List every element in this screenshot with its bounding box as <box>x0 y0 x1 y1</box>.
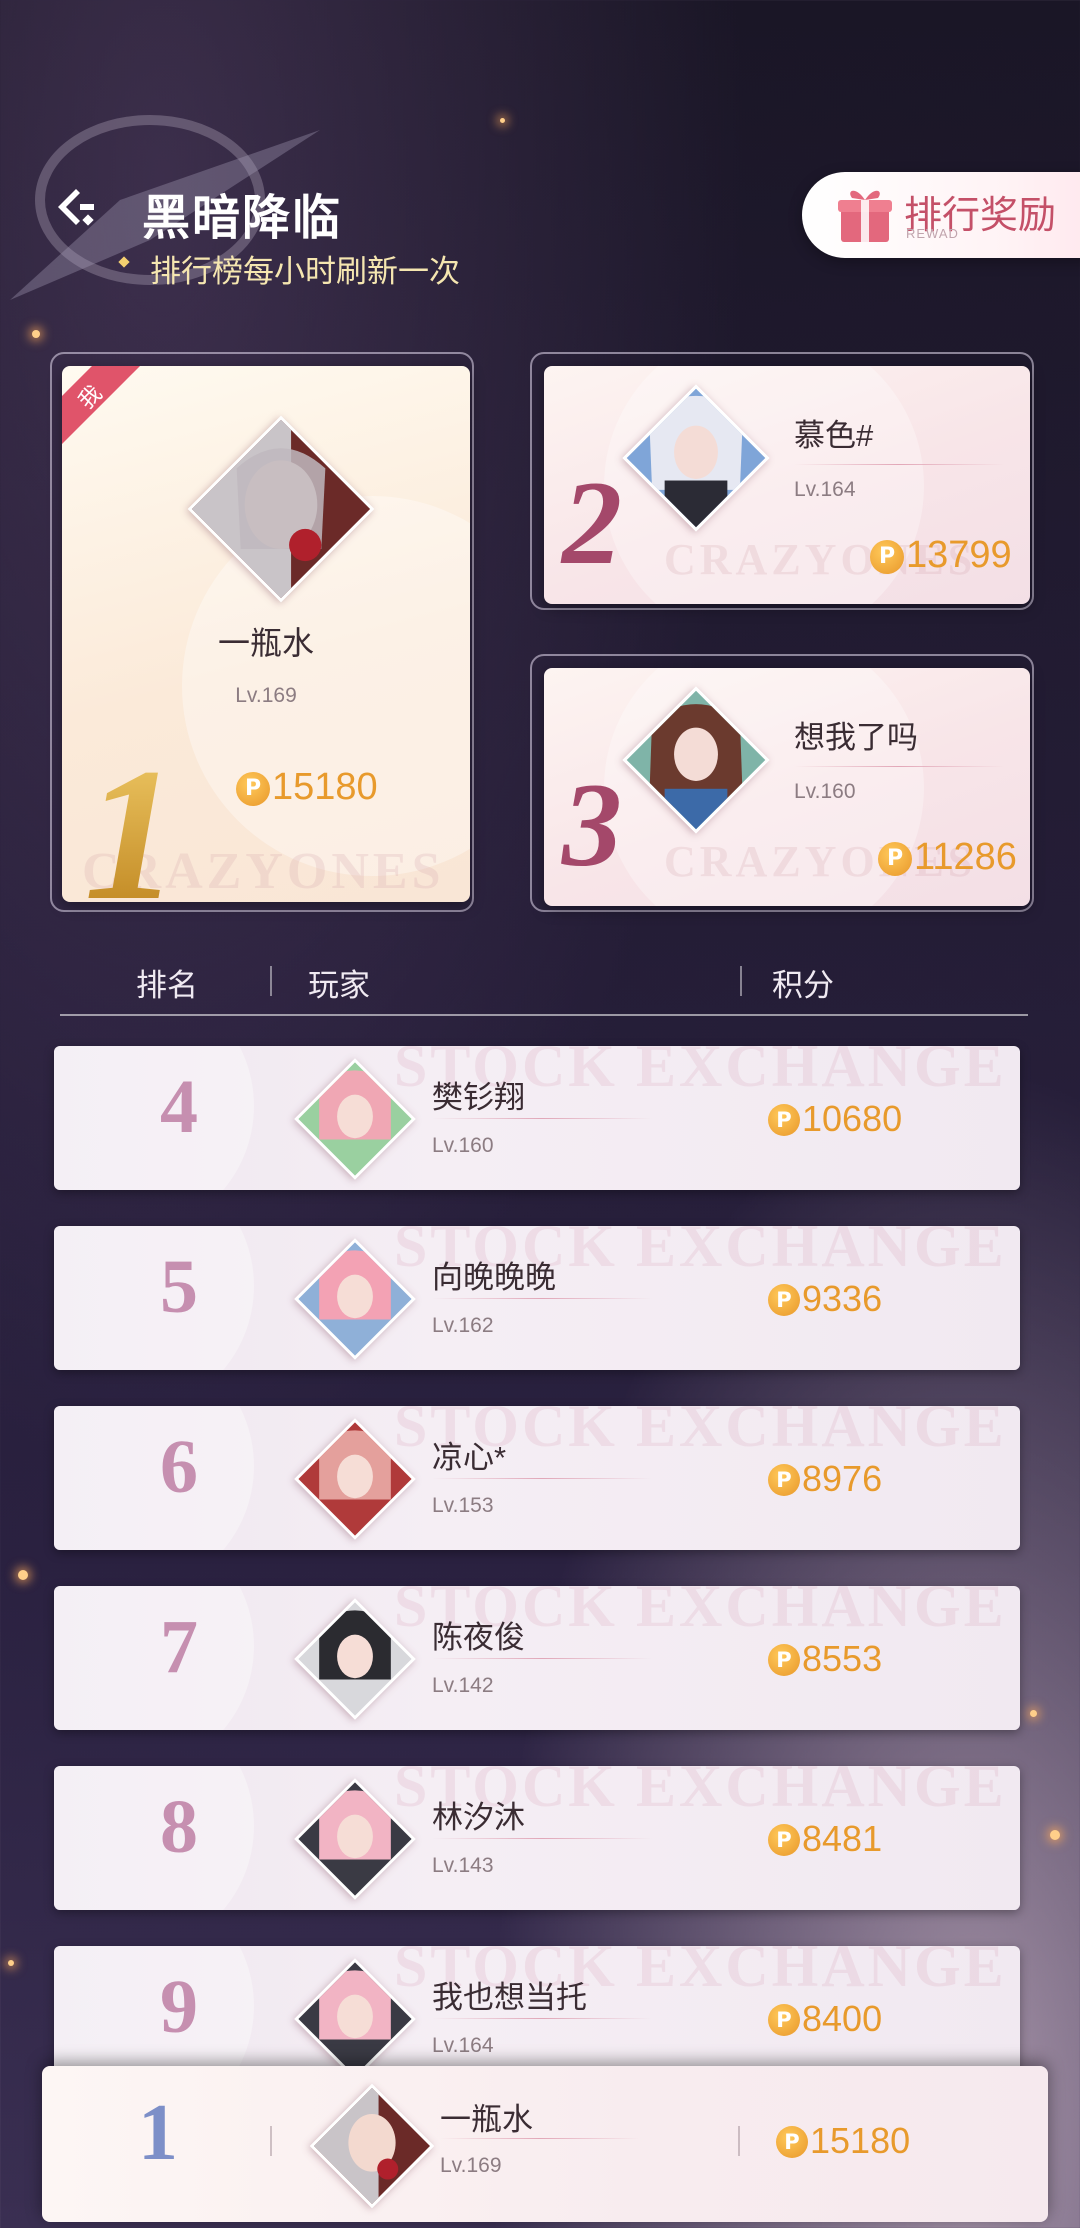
points-coin-icon: P <box>768 1464 800 1496</box>
rank-number: 4 <box>160 1065 198 1149</box>
column-score: 积分 <box>772 968 834 1003</box>
sparkle <box>1050 1830 1060 1840</box>
player-score: 15180 <box>272 766 378 808</box>
column-separator <box>738 2126 740 2156</box>
player-score: 10680 <box>802 1098 903 1139</box>
player-name: 向晚晚晚 <box>432 1260 556 1295</box>
points-coin-icon: P <box>870 540 904 574</box>
sparkle <box>18 1570 28 1580</box>
player-name: 想我了吗 <box>794 720 918 755</box>
points-coin-icon: P <box>768 2004 800 2036</box>
points-coin-icon: P <box>776 2126 808 2158</box>
points-coin-icon: P <box>768 1824 800 1856</box>
column-separator <box>740 966 742 996</box>
sparkle <box>1030 1710 1037 1717</box>
player-level: Lv.143 <box>432 1854 494 1877</box>
points-coin-icon: P <box>236 772 270 806</box>
divider <box>432 2018 652 2019</box>
avatar-image <box>309 2083 435 2209</box>
my-player-level: Lv.169 <box>440 2154 502 2177</box>
back-arrow-icon <box>58 189 94 226</box>
points-coin-icon: P <box>768 1644 800 1676</box>
player-level: Lv.160 <box>432 1134 494 1157</box>
player-score: 11286 <box>914 836 1017 878</box>
rank-number: 2 <box>562 456 622 589</box>
divider <box>432 1298 652 1299</box>
rank-number: 9 <box>160 1965 198 2049</box>
player-level: Lv.164 <box>432 2034 494 2057</box>
ranking-row[interactable]: STOCK EXCHANGE 7 陈夜俊 Lv.142 P 8553 <box>54 1586 1020 1730</box>
player-level: Lv.164 <box>794 478 856 501</box>
ranking-row[interactable]: STOCK EXCHANGE 5 向晚晚晚 Lv.162 P 9336 <box>54 1226 1020 1370</box>
my-player-name: 一瓶水 <box>440 2102 533 2137</box>
my-player-score: 15180 <box>810 2120 911 2161</box>
page-title: 黑暗降临 <box>142 192 343 245</box>
rank-number: 1 <box>84 726 179 902</box>
column-separator <box>270 2126 272 2156</box>
column-rank: 排名 <box>136 968 198 1003</box>
player-name: 我也想当托 <box>432 1980 587 2015</box>
gift-icon <box>838 190 892 242</box>
avatar[interactable] <box>309 2083 435 2209</box>
points-coin-icon: P <box>878 842 912 876</box>
player-name: 凉心* <box>432 1440 507 1475</box>
divider <box>794 766 1004 767</box>
my-rank-bar[interactable]: 1 一瓶水 Lv.169 P 15180 <box>42 2066 1048 2222</box>
ranking-row[interactable]: STOCK EXCHANGE 6 凉心* Lv.153 P 8976 <box>54 1406 1020 1550</box>
player-level: Lv.142 <box>432 1674 494 1697</box>
podium-card-3[interactable]: CRAZYONES 想我了吗 Lv.160 3 P 11286 <box>544 668 1030 906</box>
player-name: 陈夜俊 <box>432 1620 525 1655</box>
player-name: 慕色# <box>794 418 874 453</box>
rank-reward-button[interactable]: 排行奖励 REWAD <box>802 172 1080 258</box>
divider <box>440 2138 640 2139</box>
player-name: 一瓶水 <box>217 625 314 661</box>
me-ribbon <box>62 366 149 449</box>
player-score: 8976 <box>802 1458 883 1499</box>
rank-number: 5 <box>160 1245 198 1329</box>
sparkle <box>32 330 40 338</box>
player-level: Lv.162 <box>432 1314 494 1337</box>
rank-number: 7 <box>160 1605 198 1689</box>
ranking-row[interactable]: STOCK EXCHANGE 8 林汐沐 Lv.143 P 8481 <box>54 1766 1020 1910</box>
points-coin-icon: P <box>768 1104 800 1136</box>
my-rank-number: 1 <box>138 2089 178 2177</box>
divider <box>432 1478 652 1479</box>
sparkle <box>500 118 505 123</box>
divider <box>432 1118 652 1119</box>
reward-sub-label: REWAD <box>906 226 959 241</box>
rank-number: 3 <box>562 758 622 891</box>
divider <box>794 464 1004 465</box>
player-score: 8481 <box>802 1818 883 1859</box>
divider <box>432 1838 652 1839</box>
player-score: 8553 <box>802 1638 883 1679</box>
ranking-row[interactable]: STOCK EXCHANGE 4 樊钐翔 Lv.160 P 10680 <box>54 1046 1020 1190</box>
player-level: Lv.160 <box>794 780 856 803</box>
divider <box>432 1658 652 1659</box>
rank-number: 8 <box>160 1785 198 1869</box>
rank-number: 6 <box>160 1425 198 1509</box>
player-score: 9336 <box>802 1278 883 1319</box>
points-coin-icon: P <box>768 1284 800 1316</box>
page-subtitle: 排行榜每小时刷新一次 <box>150 254 460 289</box>
ranking-list-header: 排名 玩家 积分 <box>60 948 1028 1018</box>
player-score: 8400 <box>802 1998 883 2039</box>
sparkle <box>8 1960 14 1966</box>
podium-card-2[interactable]: CRAZYONES 慕色# Lv.164 2 P 13799 <box>544 366 1030 604</box>
column-player: 玩家 <box>308 968 370 1003</box>
player-name: 林汐沐 <box>432 1800 525 1835</box>
column-separator <box>270 966 272 996</box>
player-name: 樊钐翔 <box>432 1080 525 1115</box>
header-divider <box>60 1014 1028 1016</box>
podium-card-1[interactable]: CRAZYONES 我 一瓶水 Lv.169 1 P 15180 <box>62 366 470 902</box>
player-level: Lv.153 <box>432 1494 494 1517</box>
player-score: 13799 <box>906 534 1012 576</box>
player-level: Lv.169 <box>235 684 297 707</box>
back-button[interactable] <box>52 182 102 232</box>
